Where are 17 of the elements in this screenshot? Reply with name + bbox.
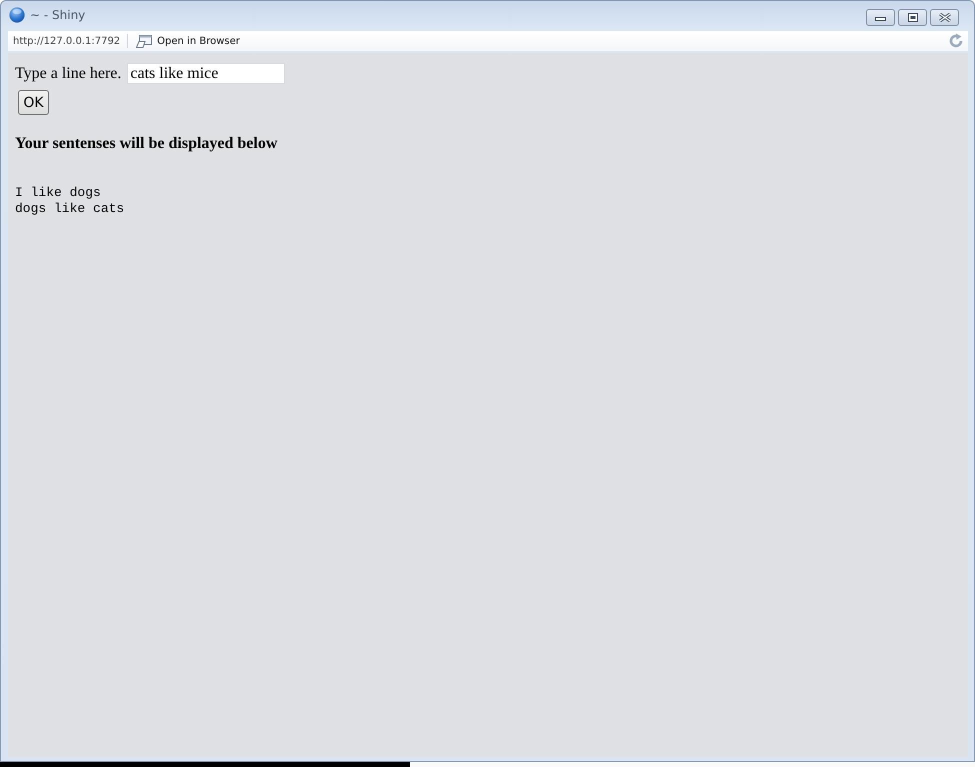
text-input[interactable]: cats like mice [127, 63, 286, 84]
open-in-browser-button[interactable]: Open in Browser [157, 36, 240, 46]
browser-window-icon [136, 34, 152, 48]
output-line: I like dogs [15, 185, 102, 201]
restore-icon [908, 12, 918, 22]
close-icon [938, 12, 950, 22]
url-text[interactable]: http://127.0.0.1:7792 [13, 36, 120, 46]
output-line: dogs like cats [15, 201, 126, 217]
output-heading: Your sentenses will be displayed below [15, 134, 278, 154]
orb-icon [9, 7, 25, 23]
close-button[interactable] [930, 8, 959, 26]
minimize-button[interactable] [866, 8, 895, 26]
ok-button[interactable]: OK [18, 90, 49, 115]
window-title: ~ - Shiny [30, 8, 86, 22]
input-label: Type a line here. [15, 64, 122, 82]
maximize-button[interactable] [898, 8, 927, 26]
minimize-icon [875, 17, 886, 21]
